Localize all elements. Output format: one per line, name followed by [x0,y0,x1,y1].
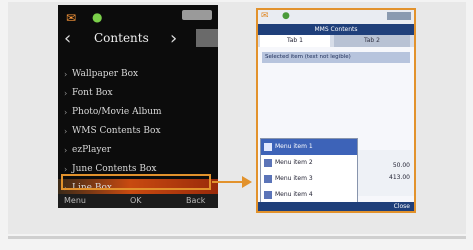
right-phone-screen: ✉ ● MMS Contents Tab 1 Tab 2 Selected it… [256,8,416,213]
menu-header: ‹ Contents › [58,27,218,51]
softkey-ok[interactable]: OK [130,196,142,205]
status-bar: ✉ ● [258,10,414,24]
menu-item-icon [264,191,272,199]
list-item-label: Photo/Movie Album [72,107,162,117]
list-item[interactable]: › Wallpaper Box [58,65,218,84]
list-item[interactable]: › ezPlayer [58,141,218,160]
popup-menu: Menu item 1 Menu item 2 Menu item 3 Menu… [260,138,358,211]
list-item-label: WMS Contents Box [72,126,161,136]
status-bar: ✉ ● [58,5,218,27]
value-2: 413.00 [389,174,410,181]
value-1: 50.00 [392,162,410,169]
menu-item-label: Menu item 2 [275,159,313,166]
battery-icon [387,12,411,20]
selected-row[interactable]: Selected item (text not legible) [262,52,410,63]
signal-icon: ● [282,11,290,21]
screen-title: MMS Contents [258,24,414,35]
list-item[interactable]: › WMS Contents Box [58,122,218,141]
message-icon: ✉ [66,11,77,25]
selection-highlight-box [61,174,211,190]
menu-item[interactable]: Menu item 3 [261,171,357,187]
menu-item[interactable]: Menu item 4 [261,187,357,203]
softkey-back[interactable]: Back [186,196,205,205]
menu-item-icon [264,175,272,183]
menu-item-icon [264,159,272,167]
list-item-label: ezPlayer [72,145,112,155]
connector-line [212,181,244,183]
bullet-icon: › [64,70,68,79]
menu-item-icon [264,143,272,151]
softkey-bar: Close [258,202,414,211]
list-item-label: June Contents Box [72,164,157,174]
list-item[interactable]: › Font Box [58,84,218,103]
battery-icon [182,10,212,20]
divider [8,236,466,239]
list-item-label: Font Box [72,88,113,98]
menu-item[interactable]: Menu item 1 [261,139,357,155]
menu-item-label: Menu item 3 [275,175,313,182]
list-item-label: Wallpaper Box [72,69,139,79]
menu-title: Contents [94,31,149,45]
side-values: 50.00 413.00 [358,150,414,196]
tab-1[interactable]: Tab 1 [260,35,330,47]
bullet-icon: › [64,108,68,117]
tab-bar: Tab 1 Tab 2 [258,35,414,47]
bullet-icon: › [64,146,68,155]
signal-icon: ● [92,10,103,24]
message-icon: ✉ [261,11,269,21]
softkey-close[interactable]: Close [394,202,410,211]
menu-item-label: Menu item 4 [275,191,313,198]
menu-item[interactable]: Menu item 2 [261,155,357,171]
thumbnail-image [196,29,218,47]
softkey-bar: Menu OK Back [58,194,218,208]
chevron-right-icon[interactable]: › [170,28,177,49]
bullet-icon: › [64,127,68,136]
menu-item-label: Menu item 1 [275,143,313,150]
arrow-right-icon [242,176,252,188]
chevron-left-icon[interactable]: ‹ [64,28,71,49]
softkey-menu[interactable]: Menu [64,196,86,205]
tab-2[interactable]: Tab 2 [334,35,410,47]
bullet-icon: › [64,89,68,98]
list-item[interactable]: › Photo/Movie Album [58,103,218,122]
